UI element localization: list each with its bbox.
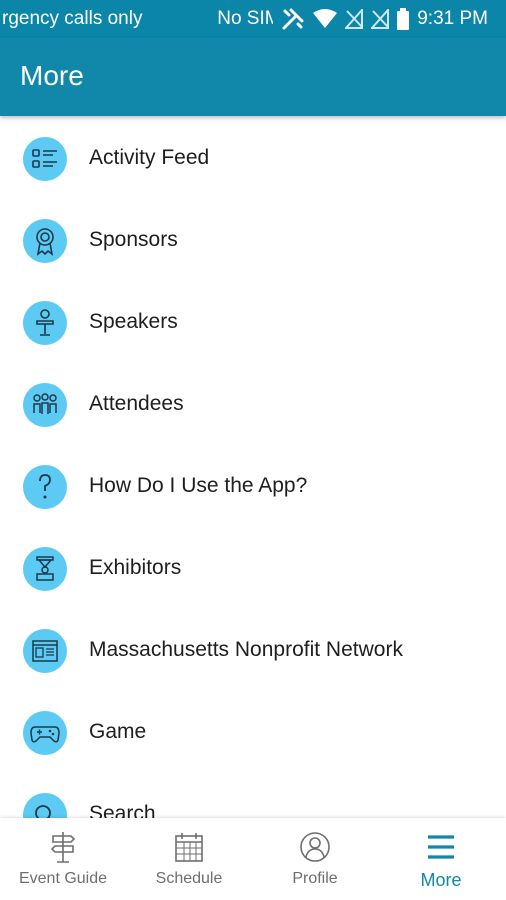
page-title: More — [20, 60, 84, 91]
menu-item-sponsors[interactable]: Sponsors — [0, 200, 506, 282]
menu-item-activity-feed[interactable]: Activity Feed — [0, 118, 506, 200]
menu-item-label: How Do I Use the App? — [89, 474, 308, 497]
nav-label: Profile — [292, 870, 338, 887]
menu-item-speakers[interactable]: Speakers — [0, 282, 506, 364]
ribbon-award-icon — [23, 219, 67, 263]
clock-time: 9:31 PM — [417, 8, 488, 29]
menu-item-label: Massachusetts Nonprofit Network — [89, 638, 403, 661]
activity-feed-icon — [23, 137, 67, 181]
hamburger-menu-icon — [428, 835, 454, 859]
status-icons: No SIM 9:31 PM — [217, 0, 488, 38]
no-sim-text: No SIM — [217, 8, 274, 29]
gamepad-icon — [23, 711, 67, 755]
no-signal-icon — [371, 9, 390, 29]
tools-icon — [281, 7, 305, 31]
question-mark-icon — [23, 465, 67, 509]
menu-list[interactable]: Activity Feed Sponsors Speakers Attendee… — [0, 118, 506, 818]
nav-label: Schedule — [155, 870, 223, 887]
nav-tab-profile[interactable]: Profile — [252, 818, 378, 900]
menu-item-label: Attendees — [89, 392, 184, 415]
menu-item-label: Activity Feed — [89, 146, 210, 169]
nav-label: Event Guide — [18, 870, 108, 887]
menu-item-attendees[interactable]: Attendees — [0, 364, 506, 446]
battery-icon — [397, 8, 410, 30]
nav-tab-more[interactable]: More — [378, 818, 504, 900]
search-icon — [23, 793, 67, 818]
carrier-text: rgency calls only — [2, 8, 143, 29]
bottom-navigation: Event Guide Schedule Profile More — [0, 818, 506, 900]
nav-tab-event-guide[interactable]: Event Guide — [0, 818, 126, 900]
app-bar: More — [0, 38, 506, 116]
people-group-icon — [23, 383, 67, 427]
menu-item-label: Game — [89, 720, 147, 743]
nav-label: More — [420, 870, 462, 890]
menu-item-how-to-use[interactable]: How Do I Use the App? — [0, 446, 506, 528]
wifi-icon — [313, 9, 338, 29]
signpost-icon — [50, 832, 76, 863]
menu-item-label: Exhibitors — [89, 556, 182, 579]
profile-icon — [300, 832, 330, 862]
menu-item-game[interactable]: Game — [0, 692, 506, 774]
no-signal-icon — [345, 9, 364, 29]
menu-item-exhibitors[interactable]: Exhibitors — [0, 528, 506, 610]
podium-speaker-icon — [23, 301, 67, 345]
exhibitor-booth-icon — [23, 547, 67, 591]
menu-item-massachusetts-nonprofit-network[interactable]: Massachusetts Nonprofit Network — [0, 610, 506, 692]
menu-item-search[interactable]: Search — [0, 774, 506, 818]
status-bar: rgency calls only No SIM 9:31 PM — [0, 0, 506, 38]
calendar-icon — [175, 833, 203, 862]
menu-item-label: Search — [89, 802, 156, 818]
menu-item-label: Speakers — [89, 310, 178, 333]
browser-window-icon — [23, 629, 67, 673]
nav-tab-schedule[interactable]: Schedule — [126, 818, 252, 900]
menu-item-label: Sponsors — [89, 228, 178, 251]
